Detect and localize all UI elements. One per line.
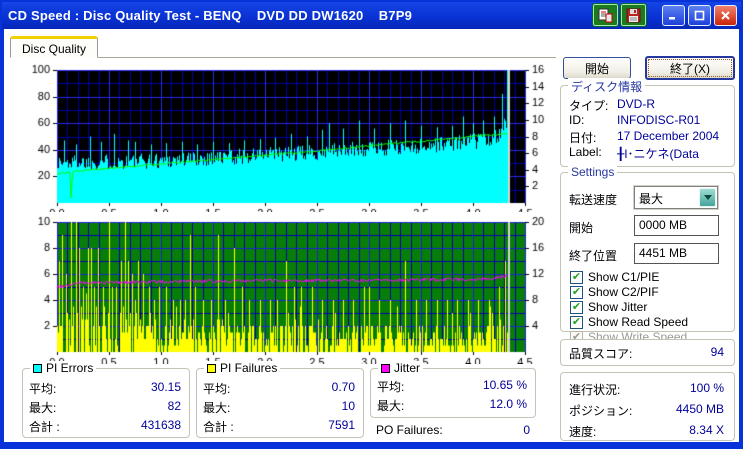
pi-errors-stats-title: PI Errors [30,361,97,375]
checkbox-show-c1-pie[interactable]: ✔ Show C1/PIE [570,270,659,284]
transfer-speed-label: 転送速度 [569,193,618,207]
pi-errors-stats-group: PI Errors 平均: 30.15 最大: 82 合計 : 431638 [22,361,190,438]
disc-label-label: Label: [569,145,602,159]
copy-button[interactable] [592,3,619,27]
start-pos-label: 開始 [569,221,594,235]
pi-errors-swatch [33,363,42,373]
app-window: CD Speed : Disc Quality Test - BENQ DVD … [0,0,743,449]
start-pos-field[interactable]: 0000 MB [634,215,719,236]
save-icon [626,8,641,22]
jitter-stats-group: Jitter 平均: 10.65 % 最大: 12.0 % [370,361,536,418]
jitter-stats-title: Jitter [378,361,424,375]
window-controls [592,3,737,27]
total-value: 431638 [140,418,181,432]
checkbox-show-jitter[interactable]: ✔ Show Jitter [570,300,647,314]
maximize-icon [694,10,705,20]
max-label: 最大: [377,399,405,413]
avg-label: 平均: [377,380,405,394]
speed-label: 速度: [569,425,597,439]
checkbox-show-c2-pif[interactable]: ✔ Show C2/PIF [570,285,659,299]
disc-label-value: ╂I･ニケネ(Data [617,147,699,161]
max-value: 82 [167,399,181,413]
exit-button[interactable]: 終了(X) [645,56,735,80]
total-value: 7591 [328,418,355,432]
disc-info-group: ディスク情報 タイプ: DVD-R ID: INFODISC-R01 日付: 1… [560,78,735,167]
close-button[interactable] [714,4,737,26]
window-title: CD Speed : Disc Quality Test - BENQ DVD … [8,8,413,23]
combo-dropdown-button[interactable] [699,188,716,207]
quality-score-value: 94 [710,345,724,359]
transfer-speed-select[interactable]: 最大 [634,186,718,209]
settings-group: Settings 転送速度 最大 開始 0000 MB 終了位置 4451 MB… [560,165,735,344]
speed-value: 8.34 X [689,423,724,437]
pi-failures-stats-title: PI Failures [204,361,281,375]
total-label: 合計 : [29,420,60,434]
po-failures-label: PO Failures: [376,423,443,437]
checkbox-show-read-speed[interactable]: ✔ Show Read Speed [570,315,688,329]
checkbox-icon: ✔ [570,300,583,314]
pi-failures-stats-group: PI Failures 平均: 0.70 最大: 10 合計 : 7591 [196,361,364,438]
start-button[interactable]: 開始 [563,57,631,79]
avg-label: 平均: [203,382,231,396]
position-value: 4450 MB [675,402,724,416]
disc-info-title: ディスク情報 [568,78,646,95]
end-pos-label: 終了位置 [569,249,618,263]
max-value: 12.0 % [489,397,527,411]
settings-title: Settings [568,165,618,179]
disc-id-label: ID: [569,113,585,127]
disc-date-value: 17 December 2004 [617,129,720,143]
pi-failures-swatch [207,363,216,373]
max-label: 最大: [29,401,57,415]
disc-type-value: DVD-R [617,97,655,111]
checkbox-icon: ✔ [570,315,583,329]
po-failures-value: 0 [523,423,530,437]
checkbox-icon: ✔ [570,285,583,299]
total-label: 合計 : [203,420,234,434]
disc-type-label: タイプ: [569,99,609,113]
quality-score-group: 品質スコア: 94 [560,339,735,366]
pi-errors-chart [14,62,556,212]
progress-group: 進行状況: 100 % ポジション: 4450 MB 速度: 8.34 X [560,372,735,441]
copy-icon [598,8,613,22]
avg-label: 平均: [29,382,57,396]
max-value: 10 [341,399,355,413]
progress-value: 100 % [689,381,724,395]
minimize-icon [669,16,675,19]
avg-value: 10.65 % [482,378,527,392]
progress-label: 進行状況: [569,383,621,397]
tab-disc-quality[interactable]: Disc Quality [10,36,99,58]
chevron-down-icon [703,195,712,200]
max-label: 最大: [203,401,231,415]
disc-id-value: INFODISC-R01 [617,113,701,127]
quality-score-label: 品質スコア: [569,347,633,361]
avg-value: 30.15 [150,380,181,394]
maximize-button[interactable] [688,4,711,26]
end-pos-field[interactable]: 4451 MB [634,243,719,264]
position-label: ポジション: [569,404,633,418]
checkbox-icon: ✔ [570,270,583,284]
transfer-speed-value: 最大 [639,192,664,206]
jitter-swatch [381,363,390,373]
minimize-button[interactable] [662,4,685,26]
client-area: Disc Quality 開始 終了(X) ディスク情報 タイプ: DVD-R … [4,29,739,442]
pi-failures-chart [14,212,556,364]
disc-date-label: 日付: [569,131,597,145]
close-icon [721,10,730,20]
save-button[interactable] [620,3,647,27]
avg-value: 0.70 [331,380,355,394]
title-bar[interactable]: CD Speed : Disc Quality Test - BENQ DVD … [2,2,741,29]
